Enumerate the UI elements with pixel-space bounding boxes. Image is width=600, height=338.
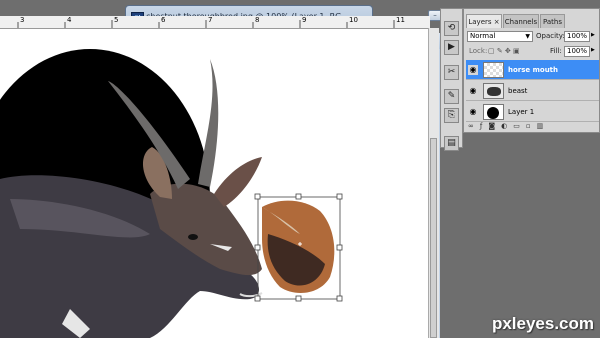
fill-field[interactable]: 100% [564, 46, 590, 57]
navigator-icon[interactable]: ▤ [444, 136, 459, 151]
trash-icon[interactable]: ▥ [537, 122, 550, 130]
eye-icon[interactable]: ◉ [468, 86, 478, 96]
brush-icon[interactable]: ✎ [444, 89, 459, 104]
tab-paths[interactable]: Paths [540, 14, 565, 28]
artwork [0, 49, 343, 338]
clone-source-icon[interactable]: ⎘ [444, 108, 459, 123]
vertical-scrollbar[interactable] [428, 28, 439, 338]
tab-channels[interactable]: Channels [503, 14, 539, 28]
layer-row[interactable]: ◉ horse mouth [466, 60, 599, 80]
actions-icon[interactable]: ▶ [444, 40, 459, 55]
group-icon[interactable]: ▭ [513, 122, 526, 130]
opacity-label: Opacity: [536, 32, 565, 40]
eye-icon[interactable]: ◉ [468, 107, 478, 117]
eye-icon[interactable]: ◉ [468, 65, 478, 75]
tools-icon[interactable]: ✂ [444, 65, 459, 80]
ruler-label: 8 [255, 16, 260, 24]
adjustment-icon[interactable]: ◐ [501, 122, 513, 130]
fill-arrow-icon[interactable]: ▶ [591, 47, 595, 53]
ruler-label: 6 [161, 16, 166, 24]
opacity-arrow-icon[interactable]: ▶ [591, 32, 595, 38]
horizontal-ruler: 3 4 5 6 7 8 9 10 11 [0, 16, 430, 29]
layer-row[interactable]: ◉ Layer 1 [466, 102, 599, 122]
blend-mode-select[interactable]: Normal ▼ [467, 31, 533, 42]
layers-footer: ∞ƒ◙◐▭▫▥ [468, 122, 598, 132]
layer-name: beast [508, 87, 528, 95]
lock-icons[interactable]: ▢ ✎ ✥ ▣ [488, 46, 520, 57]
antelope-horn [198, 59, 219, 187]
layer-thumbnail [483, 104, 504, 120]
lock-label: Lock: [469, 47, 488, 55]
fill-label: Fill: [550, 47, 562, 55]
ruler-label: 4 [67, 16, 72, 24]
ruler-label: 7 [208, 16, 213, 24]
opacity-field[interactable]: 100% [564, 31, 590, 42]
ruler-label: 5 [114, 16, 119, 24]
ruler-label: 11 [396, 16, 405, 24]
ruler-label: 3 [20, 16, 25, 24]
layer-name: horse mouth [508, 66, 559, 74]
ruler-label: 9 [302, 16, 307, 24]
layers-panel: Layers × Channels Paths Normal ▼ Opacity… [463, 8, 600, 133]
panel-icon-strip: ⟲ ▶ ✂ ✎ ⎘ ▤ [440, 8, 463, 151]
link-icon[interactable]: ∞ [468, 122, 480, 130]
layer-row[interactable]: ◉ beast [466, 81, 599, 101]
blend-mode-value: Normal [470, 32, 496, 40]
image-canvas[interactable] [0, 29, 428, 338]
watermark: pxleyes.com [491, 314, 594, 333]
history-icon[interactable]: ⟲ [444, 21, 459, 36]
tab-layers[interactable]: Layers × [466, 14, 502, 28]
scrollbar-thumb[interactable] [430, 138, 437, 338]
new-layer-icon[interactable]: ▫ [526, 122, 537, 130]
layer-thumbnail [483, 83, 504, 99]
chevron-down-icon: ▼ [525, 33, 530, 40]
ruler-label: 10 [349, 16, 358, 24]
layer-thumbnail [483, 62, 504, 78]
layer-name: Layer 1 [508, 108, 535, 116]
mask-icon[interactable]: ◙ [488, 122, 501, 130]
